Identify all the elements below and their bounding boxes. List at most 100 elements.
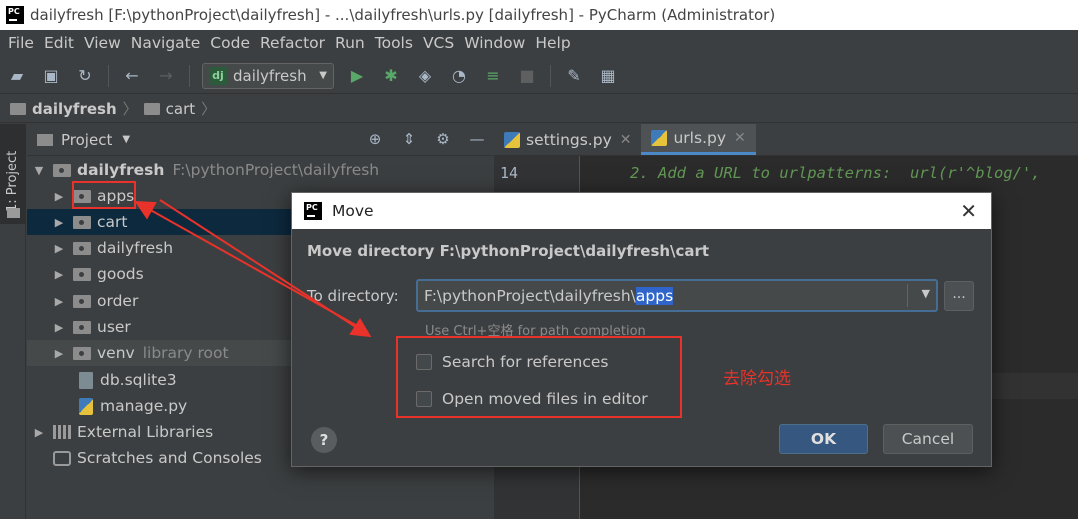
toolbar-divider xyxy=(108,64,109,87)
collapse-all-icon[interactable]: ⇕ xyxy=(399,130,419,148)
breadcrumb-item-cart[interactable]: cart xyxy=(143,100,195,118)
debug-icon[interactable]: ✱ xyxy=(380,65,402,87)
menu-window[interactable]: Window xyxy=(464,34,525,52)
gear-icon[interactable]: ⚙ xyxy=(433,130,453,148)
project-tool-tab-label: 1: Project xyxy=(5,150,20,212)
run-configuration-label: dailyfresh xyxy=(233,66,307,85)
tree-root-dailyfresh[interactable]: ▼ dailyfresh F:\pythonProject\dailyfresh xyxy=(27,157,493,183)
expand-right-icon[interactable]: ▶ xyxy=(53,242,65,255)
menu-navigate[interactable]: Navigate xyxy=(131,34,201,52)
line-number: 14 xyxy=(500,164,519,182)
menu-refactor[interactable]: Refactor xyxy=(260,34,325,52)
breadcrumb-item-dailyfresh[interactable]: dailyfresh xyxy=(10,100,117,118)
toolbar-divider xyxy=(189,64,190,87)
coverage-icon[interactable]: ◈ xyxy=(414,65,436,87)
folder-icon xyxy=(53,163,71,177)
cancel-button[interactable]: Cancel xyxy=(883,424,973,454)
to-directory-label: To directory: xyxy=(307,287,399,305)
dialog-heading: Move directory F:\pythonProject\dailyfre… xyxy=(307,242,710,260)
annotation-box-checkboxes xyxy=(396,336,682,418)
expand-right-icon[interactable]: ▶ xyxy=(53,321,65,334)
dialog-titlebar: PC Move ✕ xyxy=(292,193,991,229)
back-arrow-icon[interactable]: ← xyxy=(121,65,143,87)
concurrency-icon[interactable]: ≡ xyxy=(482,65,504,87)
pycharm-logo-icon: PC xyxy=(3,3,27,27)
window-title: dailyfresh [F:\pythonProject\dailyfresh]… xyxy=(30,6,776,24)
main-toolbar: ▰ ▣ ↻ ← → dj dailyfresh ▼ ▶ ✱ ◈ ◔ ≡ ■ ✎ … xyxy=(0,58,1078,94)
run-icon[interactable]: ▶ xyxy=(346,65,368,87)
database-file-icon xyxy=(79,371,93,389)
stop-icon[interactable]: ■ xyxy=(516,65,538,87)
sync-icon[interactable]: ↻ xyxy=(74,65,96,87)
save-icon[interactable]: ▣ xyxy=(40,65,62,87)
editor-tabs: settings.py ✕ urls.py ✕ xyxy=(494,124,1078,156)
run-configuration-select[interactable]: dj dailyfresh ▼ xyxy=(202,62,334,89)
menu-edit[interactable]: Edit xyxy=(44,34,74,52)
chevron-down-icon[interactable]: ▼ xyxy=(922,287,930,300)
chevron-down-icon: ▼ xyxy=(319,70,327,81)
code-line[interactable]: 2. Add a URL to urlpatterns: url(r'^blog… xyxy=(630,164,1041,182)
menu-tools[interactable]: Tools xyxy=(375,34,413,52)
forward-arrow-icon[interactable]: → xyxy=(155,65,177,87)
tool-window-stripe: 1: Project xyxy=(0,124,26,519)
close-tab-icon[interactable]: ✕ xyxy=(620,132,632,148)
combo-divider xyxy=(907,284,908,307)
expand-down-icon[interactable]: ▼ xyxy=(33,164,45,177)
folder-icon xyxy=(73,346,91,360)
package-folder-icon xyxy=(73,267,91,281)
browse-button[interactable]: ... xyxy=(944,281,974,311)
menu-run[interactable]: Run xyxy=(335,34,365,52)
chevron-right-icon: 〉 xyxy=(201,100,217,118)
menu-file[interactable]: File xyxy=(8,34,34,52)
window-titlebar: PC dailyfresh [F:\pythonProject\dailyfre… xyxy=(0,0,1078,30)
annotation-box-apps xyxy=(72,181,136,209)
expand-right-icon[interactable]: ▶ xyxy=(53,216,65,229)
expand-right-icon[interactable]: ▶ xyxy=(53,190,65,203)
project-structure-icon[interactable]: ▦ xyxy=(597,65,619,87)
dialog-title: Move xyxy=(332,202,374,220)
chevron-right-icon: 〉 xyxy=(122,100,138,118)
django-icon: dj xyxy=(209,66,227,85)
expand-right-icon[interactable]: ▶ xyxy=(53,295,65,308)
tab-urls-py[interactable]: urls.py ✕ xyxy=(641,124,756,155)
library-icon xyxy=(53,425,71,439)
project-view-select[interactable]: Project xyxy=(61,131,112,149)
breadcrumb: dailyfresh 〉 cart 〉 xyxy=(0,95,1078,123)
hide-icon[interactable]: — xyxy=(467,130,487,148)
folder-icon xyxy=(37,133,53,146)
menu-help[interactable]: Help xyxy=(535,34,570,52)
annotation-text: 去除勾选 xyxy=(723,369,791,389)
project-tool-tab[interactable]: 1: Project xyxy=(0,124,26,224)
package-folder-icon xyxy=(73,215,91,229)
open-folder-icon[interactable]: ▰ xyxy=(6,65,28,87)
close-tab-icon[interactable]: ✕ xyxy=(734,130,746,146)
locate-icon[interactable]: ⊕ xyxy=(365,130,385,148)
path-selected-text: apps xyxy=(635,286,674,305)
python-file-icon xyxy=(504,131,520,148)
menu-view[interactable]: View xyxy=(84,34,121,52)
project-panel-header: Project ▼ ⊕ ⇕ ⚙ — xyxy=(27,124,493,156)
folder-icon xyxy=(10,102,26,115)
move-dialog: PC Move ✕ Move directory F:\pythonProjec… xyxy=(291,192,992,467)
ok-button[interactable]: OK xyxy=(779,424,868,454)
chevron-down-icon[interactable]: ▼ xyxy=(122,134,130,145)
path-prefix-text: F:\pythonProject\dailyfresh\ xyxy=(424,286,636,305)
menu-code[interactable]: Code xyxy=(210,34,250,52)
pycharm-logo-icon: PC xyxy=(301,199,325,223)
profile-icon[interactable]: ◔ xyxy=(448,65,470,87)
python-file-icon xyxy=(79,397,93,415)
close-icon[interactable]: ✕ xyxy=(960,199,977,223)
expand-right-icon[interactable]: ▶ xyxy=(33,426,45,439)
expand-right-icon[interactable]: ▶ xyxy=(53,347,65,360)
folder-icon xyxy=(143,102,160,115)
tab-settings-py[interactable]: settings.py ✕ xyxy=(494,124,641,155)
help-button[interactable]: ? xyxy=(311,427,337,453)
package-folder-icon xyxy=(73,241,91,255)
settings-wrench-icon[interactable]: ✎ xyxy=(563,65,585,87)
expand-right-icon[interactable]: ▶ xyxy=(53,268,65,281)
to-directory-input[interactable]: F:\pythonProject\dailyfresh\ apps ▼ xyxy=(416,279,938,312)
menu-vcs[interactable]: VCS xyxy=(423,34,454,52)
folder-icon xyxy=(7,208,20,218)
menu-bar: File Edit View Navigate Code Refactor Ru… xyxy=(0,30,1078,56)
scratches-icon xyxy=(53,450,71,466)
